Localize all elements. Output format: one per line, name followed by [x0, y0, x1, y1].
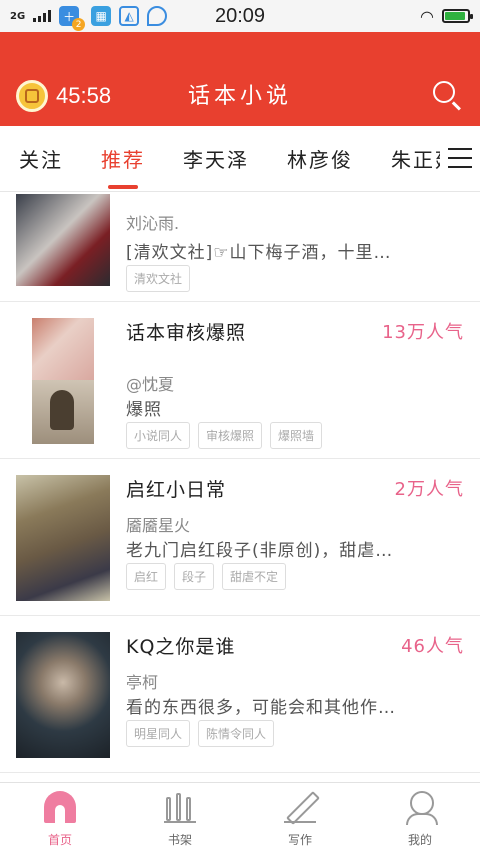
story-description: 爆照: [126, 400, 162, 420]
battery-icon: [442, 9, 473, 23]
story-tag[interactable]: 陈情令同人: [198, 720, 275, 747]
story-description: [清欢文社]☞山下梅子酒，十里…: [126, 243, 392, 263]
profile-icon: [404, 791, 438, 825]
story-description: 老九门启红段子(非原创)，甜虐…: [126, 541, 394, 561]
list-item[interactable]: 刘沁雨. [清欢文社]☞山下梅子酒，十里… 清欢文社: [0, 192, 480, 302]
bottom-navigation: 首页 书架 写作 我的: [0, 782, 480, 854]
notification-badge: 2: [72, 18, 86, 31]
gallery-icon: ◭: [119, 6, 140, 26]
timer-text: 45:58: [56, 83, 112, 108]
calendar-icon: ▦: [91, 6, 112, 26]
category-tabs: 关注 推荐 李天泽 林彦俊 朱正廷: [0, 126, 480, 192]
bookshelf-icon: [164, 791, 196, 823]
home-icon: [44, 791, 76, 823]
nav-write[interactable]: 写作: [240, 783, 360, 854]
app-notification-icon: ＋ 2: [59, 6, 86, 31]
story-author: @忱夏: [126, 375, 175, 394]
list-item[interactable]: 话本审核爆照 13万人气 @忱夏 爆照 小说同人 审核爆照 爆照墙: [0, 302, 480, 459]
pen-icon: [284, 791, 316, 823]
nav-home[interactable]: 首页: [0, 783, 120, 854]
story-author: 靥靥星火: [126, 516, 191, 535]
story-tag[interactable]: 段子: [174, 563, 215, 590]
nav-bookshelf-label: 书架: [167, 833, 192, 847]
wifi-icon: ◠: [420, 6, 434, 26]
nav-bookshelf[interactable]: 书架: [120, 783, 240, 854]
story-cover: [16, 318, 110, 444]
nav-write-label: 写作: [287, 833, 312, 847]
nav-profile[interactable]: 我的: [360, 783, 480, 854]
network-type: 2G: [10, 10, 26, 22]
list-item[interactable]: KQ之你是谁 46人气 亭柯 看的东西很多，可能会和其他作… 明星同人 陈情令同…: [0, 616, 480, 773]
story-tag[interactable]: 启红: [126, 563, 167, 590]
story-description: 看的东西很多，可能会和其他作…: [126, 698, 396, 718]
signal-icon: [33, 10, 52, 22]
story-author: 刘沁雨.: [126, 214, 180, 233]
story-cover: [16, 632, 110, 758]
tab-li-tianze[interactable]: 李天泽: [164, 126, 268, 191]
story-feed: 刘沁雨. [清欢文社]☞山下梅子酒，十里… 清欢文社 话本审核爆照 13万人气 …: [0, 192, 480, 782]
story-tag[interactable]: 小说同人: [126, 422, 191, 449]
story-cover: [16, 475, 110, 601]
story-tag[interactable]: 甜虐不定: [222, 563, 287, 590]
status-bar: 2G ＋ 2 ▦ ◭ 20:09 ◠: [0, 0, 480, 32]
search-icon: [433, 81, 455, 103]
story-popularity: 46人气: [401, 636, 464, 657]
story-tag[interactable]: 审核爆照: [198, 422, 263, 449]
nav-profile-label: 我的: [407, 833, 432, 847]
tab-follow[interactable]: 关注: [0, 126, 82, 191]
story-cover: [16, 194, 110, 286]
story-popularity: 13万人气: [382, 322, 464, 343]
tab-menu-icon[interactable]: [448, 148, 472, 168]
alarm-clock-icon: [16, 80, 48, 112]
tab-zhu-zhengting[interactable]: 朱正廷: [372, 126, 440, 191]
tab-lin-yanjun[interactable]: 林彦俊: [268, 126, 372, 191]
story-tag[interactable]: 清欢文社: [126, 265, 191, 292]
list-item[interactable]: 启红小日常 2万人气 靥靥星火 老九门启红段子(非原创)，甜虐… 启红 段子 甜…: [0, 459, 480, 616]
app-header: 45:58 话本小说: [0, 32, 480, 126]
story-tag[interactable]: 明星同人: [126, 720, 191, 747]
message-icon: [147, 6, 168, 26]
story-popularity: 2万人气: [394, 479, 464, 500]
search-button[interactable]: [430, 78, 464, 112]
tab-recommend[interactable]: 推荐: [82, 126, 164, 191]
reading-timer[interactable]: 45:58: [16, 80, 111, 112]
story-author: 亭柯: [126, 673, 159, 692]
story-tag[interactable]: 爆照墙: [270, 422, 323, 449]
nav-home-label: 首页: [47, 833, 72, 847]
